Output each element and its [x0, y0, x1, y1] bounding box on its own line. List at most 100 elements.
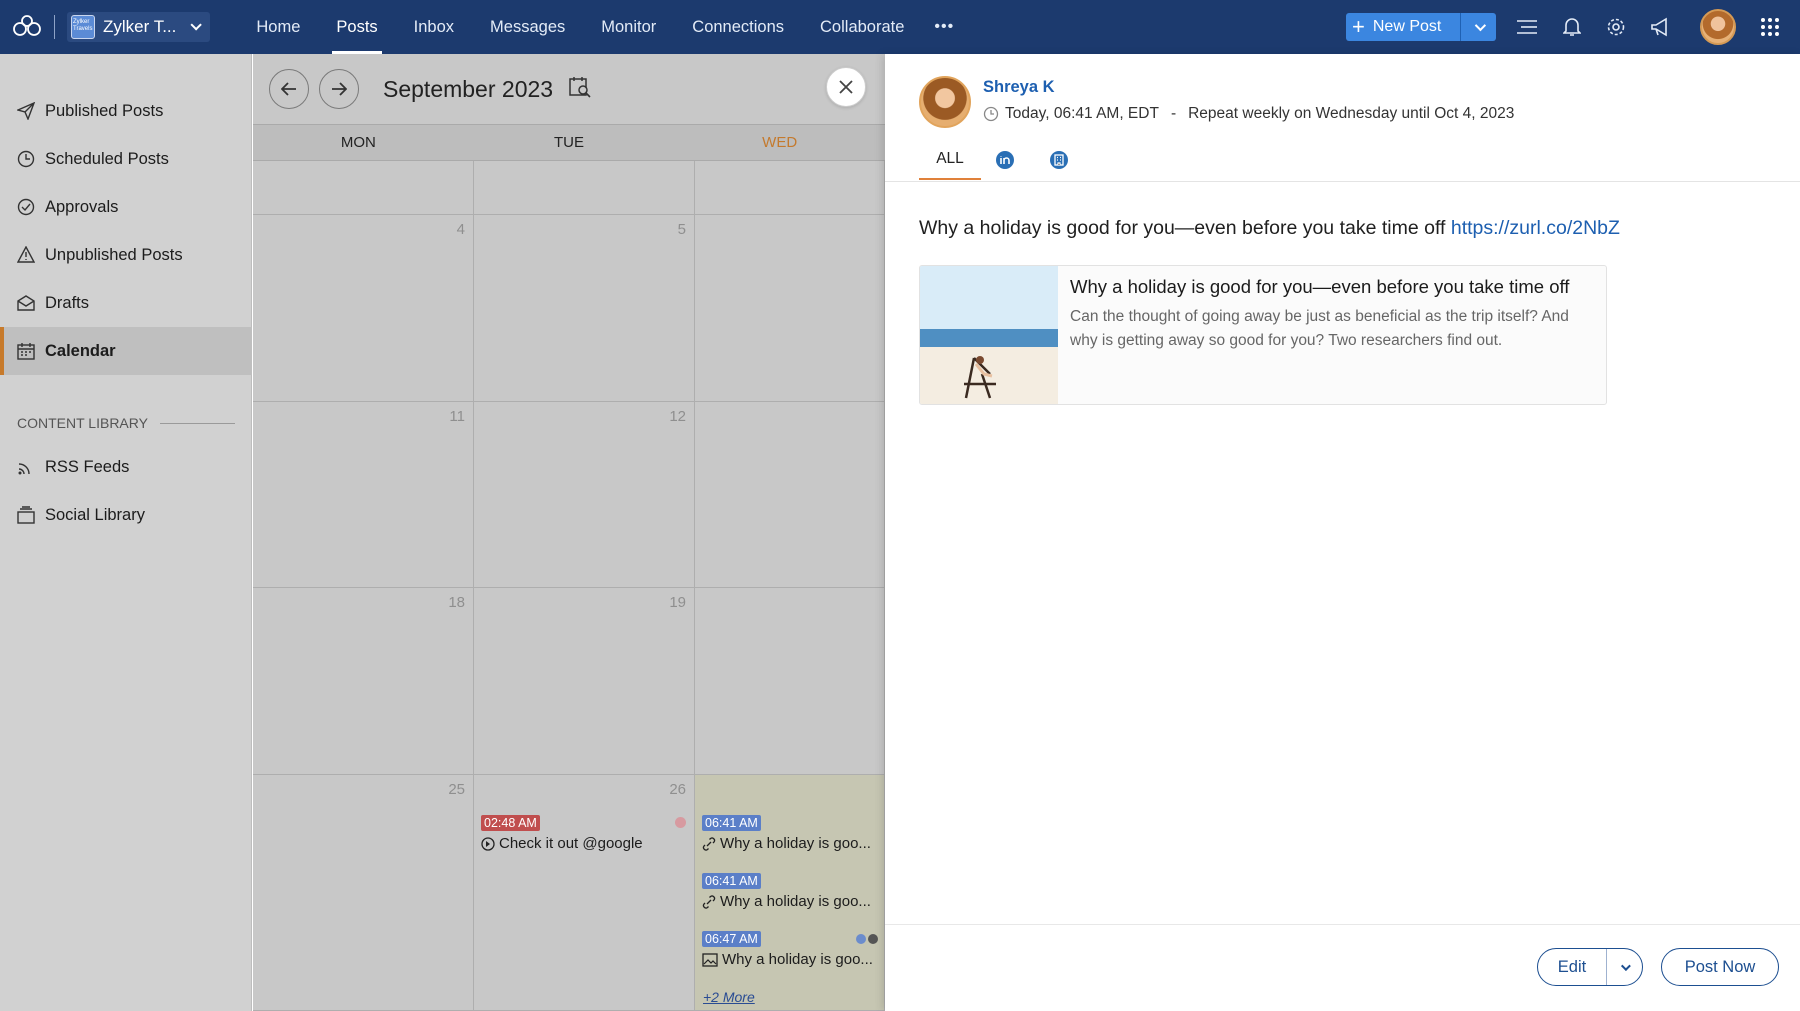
beach-chair-illustration: [964, 356, 996, 399]
next-month-button[interactable]: [319, 69, 359, 109]
divider: [54, 15, 55, 39]
post-link[interactable]: https://zurl.co/2NbZ: [1451, 217, 1620, 239]
sidebar-item-calendar[interactable]: Calendar: [0, 327, 252, 375]
tab-linkedin-page[interactable]: [1029, 140, 1089, 180]
sidebar-item-approvals[interactable]: Approvals: [0, 183, 252, 231]
apps-grid-icon[interactable]: [1757, 14, 1783, 40]
weekday-label: TUE: [554, 134, 584, 151]
linkedin-icon: [996, 151, 1014, 169]
library-icon: [17, 506, 35, 524]
network-tabs: ALL: [919, 140, 1089, 180]
author-avatar: [919, 76, 971, 128]
calendar-day-cell[interactable]: [695, 215, 885, 402]
link-preview-description: Can the thought of going away be just as…: [1070, 308, 1569, 349]
gear-icon[interactable]: [1603, 14, 1629, 40]
close-icon: [839, 80, 853, 94]
sidebar-item-rss-feeds[interactable]: RSS Feeds: [0, 443, 252, 491]
nav-connections[interactable]: Connections: [674, 0, 802, 54]
event-text: Why a holiday is goo...: [720, 835, 871, 852]
calendar-day-cell[interactable]: 26: [474, 775, 695, 1011]
calendar-day-cell[interactable]: 25: [253, 775, 474, 1011]
sidebar-item-unpublished-posts[interactable]: Unpublished Posts: [0, 231, 252, 279]
calendar-day-cell[interactable]: [253, 161, 474, 215]
company-page-icon: [1050, 151, 1068, 169]
top-bar: Zylker Travels Zylker T... Home Posts In…: [0, 0, 1800, 54]
link-icon: [702, 836, 716, 851]
calendar-event[interactable]: 06:41 AM Why a holiday is goo...: [702, 872, 871, 910]
nav-collaborate[interactable]: Collaborate: [802, 0, 922, 54]
menu-lines-icon[interactable]: [1514, 14, 1540, 40]
post-time: Today, 06:41 AM, EDT: [1005, 105, 1159, 122]
brand-switcher[interactable]: Zylker Travels Zylker T...: [67, 12, 211, 42]
sidebar-item-drafts[interactable]: Drafts: [0, 279, 252, 327]
more-events-link[interactable]: +2 More: [703, 989, 755, 1005]
chevron-down-icon: [1620, 960, 1631, 971]
chevron-down-icon: [1474, 19, 1486, 32]
sidebar: Published Posts Scheduled Posts Approval…: [0, 54, 252, 1011]
tab-linkedin[interactable]: [981, 140, 1029, 180]
calendar-day-cell[interactable]: [695, 402, 885, 588]
tab-all[interactable]: ALL: [919, 140, 981, 180]
nav-home[interactable]: Home: [238, 0, 318, 54]
calendar-day-cell[interactable]: [695, 161, 885, 215]
sidebar-item-published-posts[interactable]: Published Posts: [0, 87, 252, 135]
link-preview-card[interactable]: Why a holiday is good for you—even befor…: [919, 265, 1607, 405]
calendar-day-cell[interactable]: [695, 588, 885, 775]
nav-posts[interactable]: Posts: [318, 0, 395, 54]
divider: [159, 422, 235, 424]
megaphone-icon[interactable]: [1648, 14, 1674, 40]
app-logo-icon[interactable]: [0, 0, 54, 54]
calendar-day-cell[interactable]: 4: [253, 215, 474, 402]
edit-dropdown[interactable]: [1606, 949, 1642, 985]
post-now-button[interactable]: Post Now: [1661, 948, 1779, 986]
author-name[interactable]: Shreya K: [983, 78, 1055, 97]
day-number: 19: [669, 594, 686, 611]
footer-divider: [885, 924, 1800, 925]
calendar-day-cell[interactable]: 11: [253, 402, 474, 588]
day-number: 4: [456, 221, 465, 238]
prev-month-button[interactable]: [269, 69, 309, 109]
calendar-header: September 2023: [253, 54, 885, 124]
more-menu-icon[interactable]: •••: [922, 0, 966, 54]
plus-icon: +: [1352, 14, 1365, 39]
calendar-event[interactable]: 06:41 AM Why a holiday is goo...: [702, 814, 871, 852]
sidebar-item-label: Published Posts: [45, 101, 164, 120]
new-post-button[interactable]: + New Post: [1346, 13, 1496, 41]
close-panel-button[interactable]: [826, 67, 866, 107]
edit-button[interactable]: Edit: [1537, 948, 1643, 986]
clock-icon: [481, 836, 495, 851]
calendar-event[interactable]: 02:48 AM Check it out @google: [481, 814, 643, 852]
sidebar-item-label: Unpublished Posts: [45, 245, 183, 264]
link-icon: [702, 894, 716, 909]
day-number: 26: [669, 781, 686, 798]
post-meta: Today, 06:41 AM, EDT - Repeat weekly on …: [983, 105, 1514, 123]
brand-name: Zylker T...: [103, 17, 177, 36]
sidebar-item-social-library[interactable]: Social Library: [0, 491, 252, 539]
check-circle-icon: [17, 198, 35, 216]
event-time: 02:48 AM: [481, 815, 540, 831]
repeat-info: Repeat weekly on Wednesday until Oct 4, …: [1188, 105, 1515, 122]
calendar-day-cell[interactable]: 12: [474, 402, 695, 588]
calendar-day-cell[interactable]: [474, 161, 695, 215]
day-number: 18: [448, 594, 465, 611]
calendar-event[interactable]: 06:47 AM Why a holiday is goo...: [702, 930, 873, 968]
user-avatar[interactable]: [1700, 9, 1736, 45]
bell-icon[interactable]: [1559, 14, 1585, 40]
sidebar-item-label: Approvals: [45, 197, 119, 216]
post-text: Why a holiday is good for you—even befor…: [919, 217, 1620, 240]
main-nav: Home Posts Inbox Messages Monitor Connec…: [238, 0, 966, 54]
new-post-dropdown[interactable]: [1460, 13, 1496, 41]
twitter-icon: [868, 934, 878, 944]
nav-monitor[interactable]: Monitor: [583, 0, 674, 54]
calendar-day-cell[interactable]: 18: [253, 588, 474, 775]
calendar-search-icon[interactable]: [569, 76, 591, 103]
nav-inbox[interactable]: Inbox: [396, 0, 472, 54]
separator: -: [1170, 105, 1177, 122]
day-number: 25: [448, 781, 465, 798]
nav-messages[interactable]: Messages: [472, 0, 583, 54]
sidebar-item-label: RSS Feeds: [45, 457, 130, 476]
link-preview-image: [920, 266, 1058, 404]
sidebar-item-scheduled-posts[interactable]: Scheduled Posts: [0, 135, 252, 183]
calendar-day-cell[interactable]: 5: [474, 215, 695, 402]
calendar-day-cell[interactable]: 19: [474, 588, 695, 775]
